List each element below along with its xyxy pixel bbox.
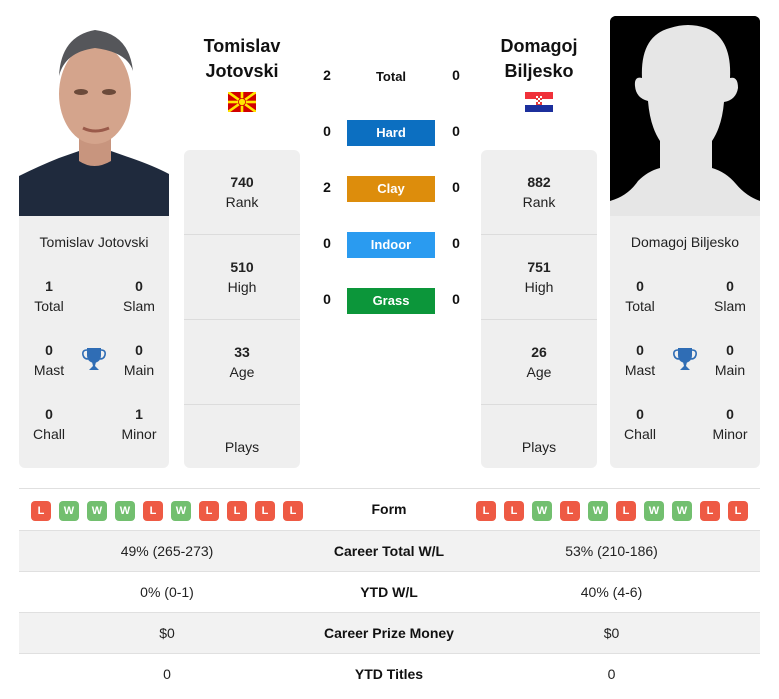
- h2h-total-right: 0: [452, 67, 460, 83]
- croatia-flag-icon: [525, 92, 553, 112]
- form-badge-loss[interactable]: L: [728, 501, 748, 521]
- form-badge-loss[interactable]: L: [476, 501, 496, 521]
- age-cell: 33 Age: [184, 320, 300, 405]
- form-badge-loss[interactable]: L: [700, 501, 720, 521]
- form-badge-win[interactable]: W: [532, 501, 552, 521]
- h2h-total-left: 2: [323, 67, 331, 83]
- rank-cell: 882 Rank: [481, 150, 597, 235]
- table-row: $0 Career Prize Money $0: [19, 612, 760, 653]
- h2h-grass-right: 0: [452, 291, 460, 307]
- player-left-card-name: Tomislav Jotovski: [39, 234, 149, 250]
- surface-indoor-button[interactable]: Indoor: [347, 232, 435, 258]
- comparison-table: LWWWLWLLLL Form LLWLWLWWLL 49% (265-273)…: [19, 488, 760, 694]
- h2h-hard-left: 0: [323, 123, 331, 139]
- player-right-ranking-panel: 882 Rank 751 High 26 Age Plays: [481, 150, 597, 468]
- h2h-hard-right: 0: [452, 123, 460, 139]
- form-badge-win[interactable]: W: [588, 501, 608, 521]
- surface-clay-button[interactable]: Clay: [347, 176, 435, 202]
- form-badge-loss[interactable]: L: [227, 501, 247, 521]
- form-badge-win[interactable]: W: [672, 501, 692, 521]
- surface-hard-button[interactable]: Hard: [347, 120, 435, 146]
- player-left-titles-card: Tomislav Jotovski 1 Total 0 Slam 0 Mast …: [19, 216, 169, 468]
- form-badge-loss[interactable]: L: [143, 501, 163, 521]
- high-cell: 751 High: [481, 235, 597, 320]
- titles-minor: 0 Minor: [712, 406, 748, 442]
- table-row: 0 YTD Titles 0: [19, 653, 760, 694]
- titles-chall: 0 Chall: [624, 406, 656, 442]
- form-badge-win[interactable]: W: [115, 501, 135, 521]
- rank-cell: 740 Rank: [184, 150, 300, 235]
- titles-main: 0 Main: [123, 342, 155, 378]
- form-badge-win[interactable]: W: [59, 501, 79, 521]
- table-row: 0% (0-1) YTD W/L 40% (4-6): [19, 571, 760, 612]
- player-right-name[interactable]: Domagoj Biljesko: [474, 34, 604, 84]
- titles-chall: 0 Chall: [33, 406, 65, 442]
- trophy-icon: [82, 346, 106, 372]
- north-macedonia-flag-icon: [227, 90, 257, 114]
- form-label: Form: [371, 501, 407, 517]
- h2h-clay-right: 0: [452, 179, 460, 195]
- titles-minor: 1 Minor: [121, 406, 157, 442]
- player-right-card-name: Domagoj Biljesko: [630, 234, 740, 250]
- form-badge-loss[interactable]: L: [504, 501, 524, 521]
- plays-cell: Plays: [224, 439, 260, 455]
- titles-main: 0 Main: [714, 342, 746, 378]
- player-left-ranking-panel: 740 Rank 510 High 33 Age Plays: [184, 150, 300, 468]
- titles-slam: 0 Slam: [123, 278, 155, 314]
- surface-grass-button[interactable]: Grass: [347, 288, 435, 314]
- titles-slam: 0 Slam: [714, 278, 746, 314]
- form-badge-loss[interactable]: L: [199, 501, 219, 521]
- form-badge-win[interactable]: W: [87, 501, 107, 521]
- titles-total: 1 Total: [34, 278, 64, 314]
- form-badge-loss[interactable]: L: [560, 501, 580, 521]
- h2h-clay-left: 2: [323, 179, 331, 195]
- table-row: 49% (265-273) Career Total W/L 53% (210-…: [19, 530, 760, 571]
- h2h-grass-left: 0: [323, 291, 331, 307]
- player-right-titles-card: Domagoj Biljesko 0 Total 0 Slam 0 Mast 0…: [610, 216, 760, 468]
- form-badge-win[interactable]: W: [171, 501, 191, 521]
- player-left-form: LWWWLWLLLL: [31, 501, 303, 521]
- form-badge-loss[interactable]: L: [255, 501, 275, 521]
- h2h-total-label: Total: [375, 69, 407, 84]
- trophy-icon: [673, 346, 697, 372]
- form-badge-loss[interactable]: L: [31, 501, 51, 521]
- titles-total: 0 Total: [625, 278, 655, 314]
- titles-mast: 0 Mast: [33, 342, 65, 378]
- high-cell: 510 High: [184, 235, 300, 320]
- player-right-form: LLWLWLWWLL: [476, 501, 748, 521]
- form-badge-win[interactable]: W: [644, 501, 664, 521]
- age-cell: 26 Age: [481, 320, 597, 405]
- h2h-indoor-left: 0: [323, 235, 331, 251]
- form-row: LWWWLWLLLL Form LLWLWLWWLL: [19, 488, 760, 530]
- player-left-photo: [19, 16, 169, 216]
- plays-cell: Plays: [521, 439, 557, 455]
- h2h-indoor-right: 0: [452, 235, 460, 251]
- form-badge-loss[interactable]: L: [616, 501, 636, 521]
- player-right-photo-placeholder: [610, 16, 760, 216]
- player-left-name[interactable]: Tomislav Jotovski: [177, 34, 307, 84]
- titles-mast: 0 Mast: [624, 342, 656, 378]
- form-badge-loss[interactable]: L: [283, 501, 303, 521]
